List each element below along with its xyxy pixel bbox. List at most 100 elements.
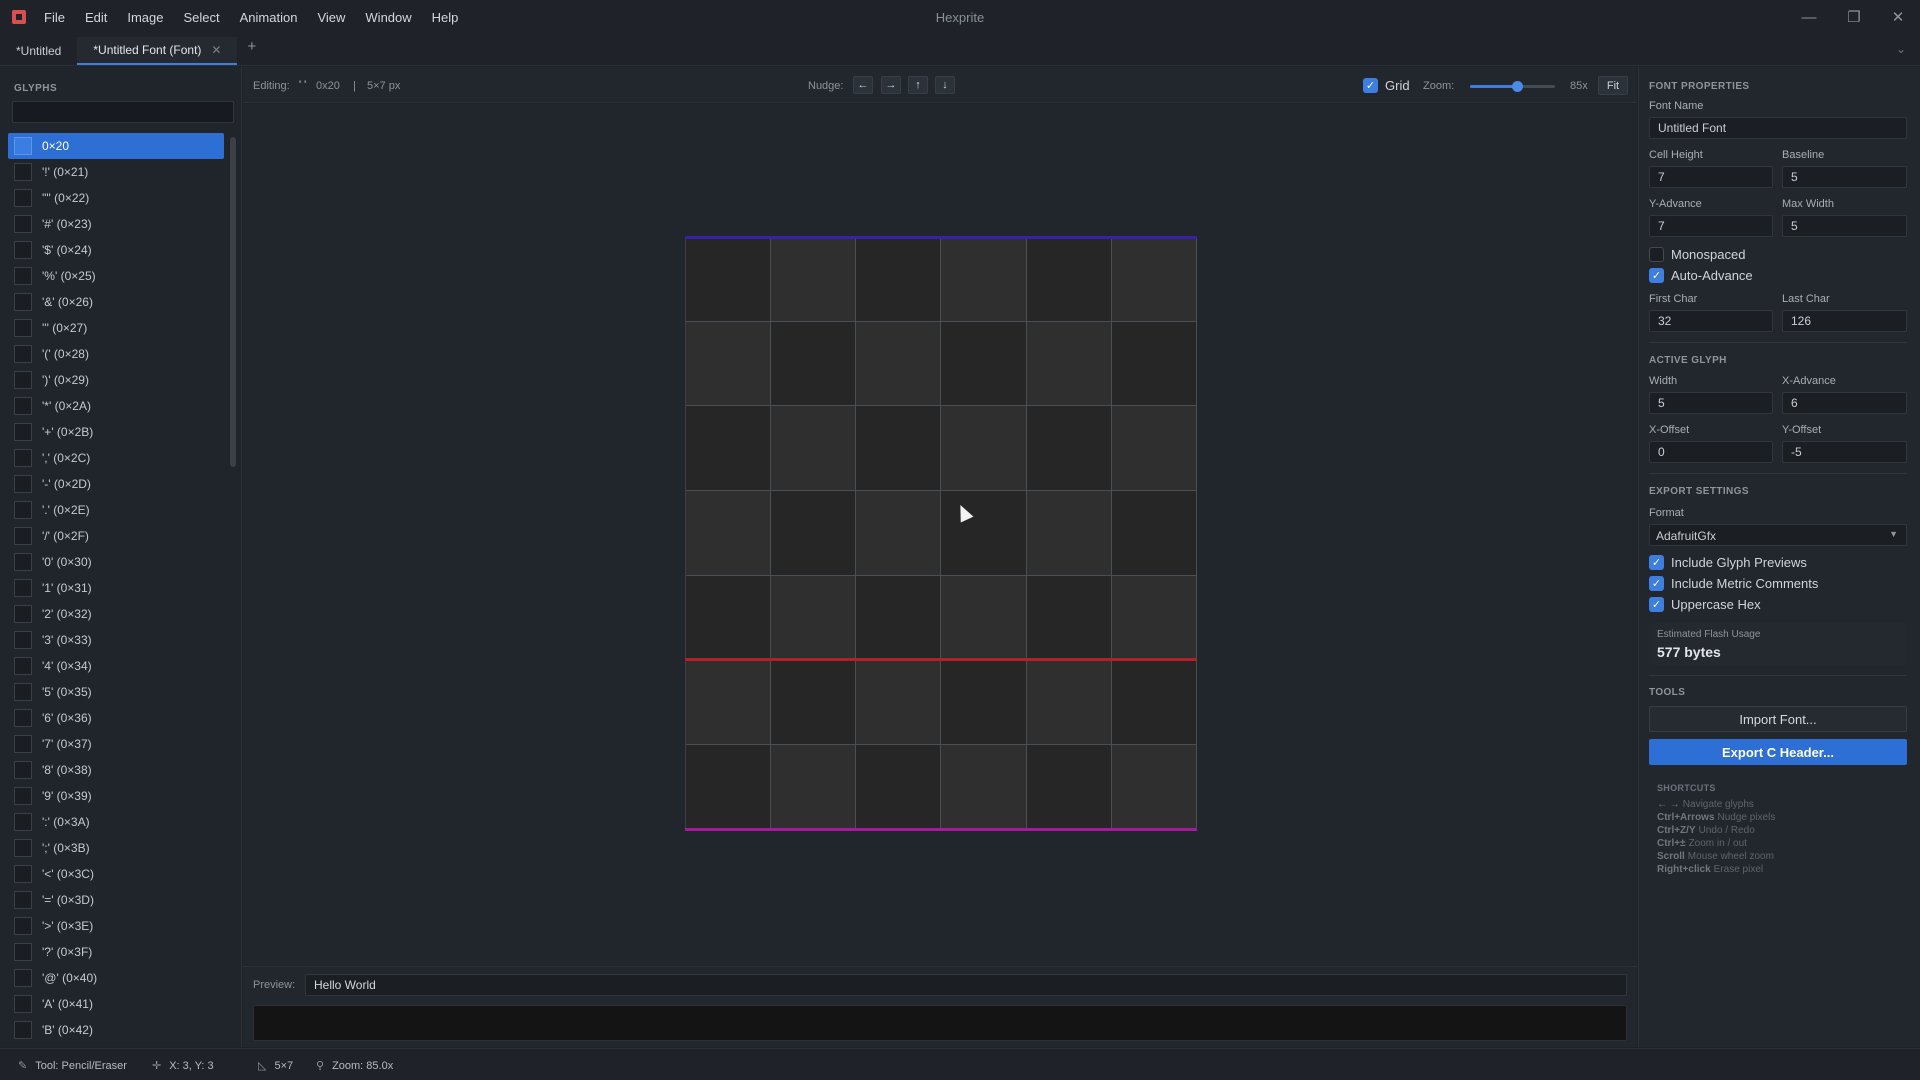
glyph-search-input[interactable] — [12, 101, 234, 123]
glyph-list-item[interactable]: '-' (0×2D) — [8, 471, 224, 497]
glyph-list-item[interactable]: '"' (0×22) — [8, 185, 224, 211]
max-width-field[interactable] — [1782, 215, 1907, 237]
menu-window[interactable]: Window — [365, 10, 411, 25]
zoom-slider[interactable] — [1470, 81, 1555, 92]
monospaced-checkbox[interactable] — [1649, 247, 1664, 262]
fit-button[interactable]: Fit — [1598, 76, 1628, 95]
pixel-cell[interactable] — [686, 321, 772, 407]
pixel-cell[interactable] — [941, 660, 1027, 746]
glyph-list-item[interactable]: ''' (0×27) — [8, 315, 224, 341]
nudge-up-button[interactable]: ↑ — [908, 76, 928, 94]
glyph-list-item[interactable]: '=' (0×3D) — [8, 887, 224, 913]
pixel-cell[interactable] — [1026, 237, 1112, 322]
pixel-cell[interactable] — [1111, 321, 1197, 407]
pixel-cell[interactable] — [941, 321, 1027, 407]
glyph-list-item[interactable]: '3' (0×33) — [8, 627, 224, 653]
glyph-list-item[interactable]: ')' (0×29) — [8, 367, 224, 393]
glyph-list-item[interactable]: '1' (0×31) — [8, 575, 224, 601]
nudge-left-button[interactable]: ← — [853, 76, 873, 94]
glyph-list-item[interactable]: '0' (0×30) — [8, 549, 224, 575]
last-char-field[interactable] — [1782, 310, 1907, 332]
pixel-cell[interactable] — [856, 491, 942, 576]
glyph-list-item[interactable]: '5' (0×35) — [8, 679, 224, 705]
close-button[interactable]: ✕ — [1884, 6, 1912, 28]
pixel-cell[interactable] — [1111, 745, 1197, 830]
glyph-list-item[interactable]: '/' (0×2F) — [8, 523, 224, 549]
glyph-list-item[interactable]: '$' (0×24) — [8, 237, 224, 263]
pixel-cell[interactable] — [771, 745, 857, 830]
pixel-cell[interactable] — [1026, 745, 1112, 830]
pixel-cell[interactable] — [686, 406, 772, 492]
pixel-cell[interactable] — [1026, 406, 1112, 492]
pixel-cell[interactable] — [771, 406, 857, 492]
glyph-list-item[interactable]: ':' (0×3A) — [8, 809, 224, 835]
pixel-cell[interactable] — [1026, 491, 1112, 576]
glyph-list-item[interactable]: '@' (0×40) — [8, 965, 224, 991]
glyph-list-item[interactable]: '#' (0×23) — [8, 211, 224, 237]
include-glyph-previews-checkbox[interactable]: ✓ — [1649, 555, 1664, 570]
grid-checkbox[interactable]: ✓ — [1363, 78, 1378, 93]
menu-image[interactable]: Image — [127, 10, 163, 25]
x-advance-field[interactable] — [1782, 392, 1907, 414]
pixel-cell[interactable] — [771, 237, 857, 322]
menu-file[interactable]: File — [44, 10, 65, 25]
pixel-cell[interactable] — [771, 491, 857, 576]
pixel-cell[interactable] — [686, 745, 772, 830]
y-advance-field[interactable] — [1649, 215, 1773, 237]
nudge-down-button[interactable]: ↓ — [935, 76, 955, 94]
menu-view[interactable]: View — [317, 10, 345, 25]
canvas-area[interactable] — [243, 104, 1637, 966]
first-char-field[interactable] — [1649, 310, 1773, 332]
include-metric-comments-checkbox[interactable]: ✓ — [1649, 576, 1664, 591]
glyph-list-item[interactable]: '4' (0×34) — [8, 653, 224, 679]
nudge-right-button[interactable]: → — [881, 76, 901, 94]
pixel-cell[interactable] — [686, 237, 772, 322]
glyph-list-item[interactable]: '7' (0×37) — [8, 731, 224, 757]
pixel-cell[interactable] — [941, 237, 1027, 322]
width-field[interactable] — [1649, 392, 1773, 414]
pixel-cell[interactable] — [1026, 321, 1112, 407]
cell-height-field[interactable] — [1649, 166, 1773, 188]
import-font-button[interactable]: Import Font... — [1649, 706, 1907, 732]
menu-help[interactable]: Help — [432, 10, 459, 25]
pixel-cell[interactable] — [1026, 575, 1112, 661]
glyph-list-item[interactable]: '!' (0×21) — [8, 159, 224, 185]
add-tab-button[interactable]: + — [237, 38, 266, 61]
menu-animation[interactable]: Animation — [240, 10, 298, 25]
x-offset-field[interactable] — [1649, 441, 1773, 463]
glyph-list-item[interactable]: '2' (0×32) — [8, 601, 224, 627]
menu-select[interactable]: Select — [184, 10, 220, 25]
glyph-list-item[interactable]: 0×20 — [8, 133, 224, 159]
glyph-list-scrollbar[interactable] — [230, 137, 236, 467]
pixel-cell[interactable] — [941, 406, 1027, 492]
format-select[interactable]: AdafruitGfx ▼ — [1649, 524, 1907, 546]
pixel-cell[interactable] — [941, 491, 1027, 576]
pixel-cell[interactable] — [686, 491, 772, 576]
glyph-list-item[interactable]: '<' (0×3C) — [8, 861, 224, 887]
pixel-cell[interactable] — [1111, 406, 1197, 492]
preview-text-input[interactable] — [305, 974, 1627, 996]
pixel-cell[interactable] — [686, 575, 772, 661]
glyph-list-item[interactable]: 'B' (0×42) — [8, 1017, 224, 1043]
glyph-list-item[interactable]: 'A' (0×41) — [8, 991, 224, 1017]
maximize-button[interactable]: ❐ — [1840, 6, 1868, 28]
pixel-cell[interactable] — [856, 745, 942, 830]
glyph-list-item[interactable]: ';' (0×3B) — [8, 835, 224, 861]
glyph-list-item[interactable]: '+' (0×2B) — [8, 419, 224, 445]
font-name-field[interactable] — [1649, 117, 1907, 139]
menu-edit[interactable]: Edit — [85, 10, 107, 25]
pixel-cell[interactable] — [771, 321, 857, 407]
pixel-cell[interactable] — [856, 406, 942, 492]
tab-untitled[interactable]: *Untitled — [0, 37, 77, 65]
pixel-cell[interactable] — [1111, 575, 1197, 661]
pixel-cell[interactable] — [856, 660, 942, 746]
auto-advance-checkbox[interactable]: ✓ — [1649, 268, 1664, 283]
zoom-slider-thumb[interactable] — [1511, 81, 1523, 92]
glyph-list-item[interactable]: '6' (0×36) — [8, 705, 224, 731]
pixel-cell[interactable] — [1111, 660, 1197, 746]
chevron-down-icon[interactable]: ⌄ — [1896, 42, 1906, 56]
pixel-cell[interactable] — [1111, 237, 1197, 322]
uppercase-hex-checkbox[interactable]: ✓ — [1649, 597, 1664, 612]
glyph-list-item[interactable]: '&' (0×26) — [8, 289, 224, 315]
pixel-cell[interactable] — [941, 575, 1027, 661]
